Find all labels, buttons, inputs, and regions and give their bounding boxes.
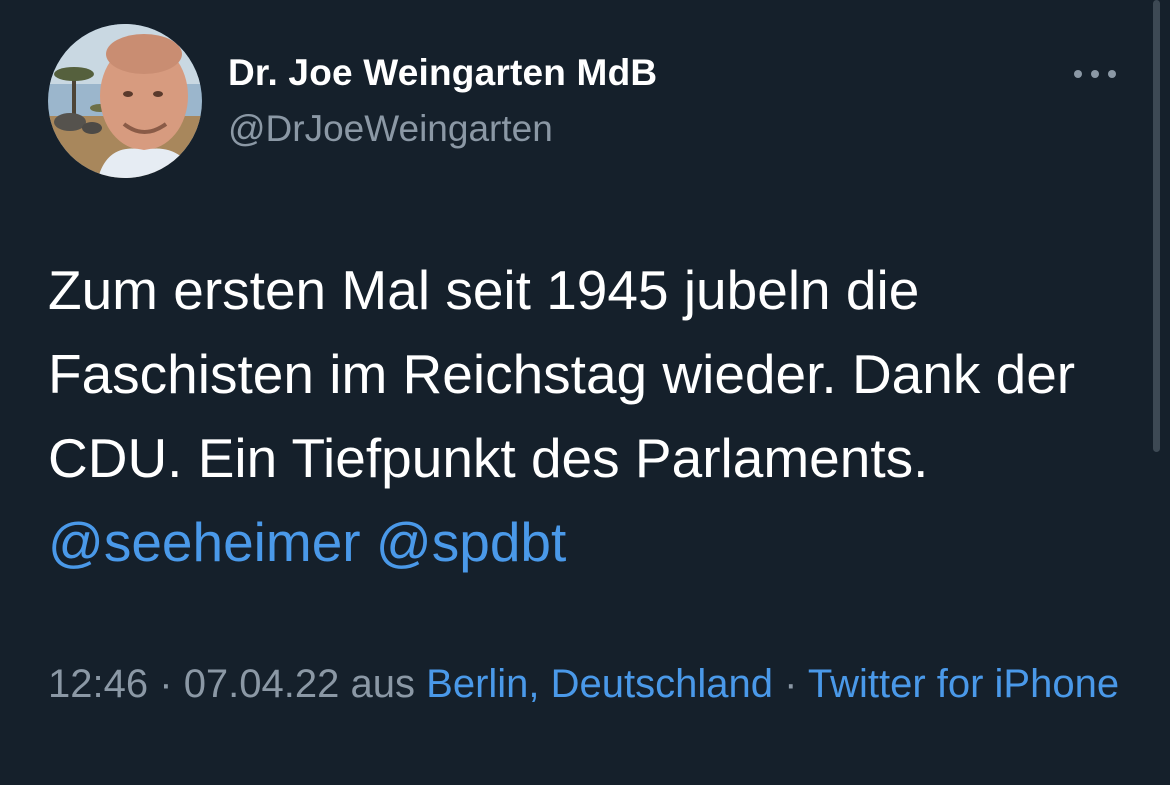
from-label: aus bbox=[350, 662, 416, 706]
avatar[interactable] bbox=[48, 24, 202, 178]
tweet-date[interactable]: 07.04.22 bbox=[184, 662, 340, 706]
tweet-text: Zum ersten Mal seit 1945 jubeln die Fasc… bbox=[48, 248, 1138, 584]
separator: · bbox=[159, 662, 173, 706]
mention-link[interactable]: @spdbt bbox=[376, 511, 566, 573]
tweet-metadata: 12:46 · 07.04.22 aus Berlin, Deutschland… bbox=[48, 654, 1138, 714]
separator: · bbox=[784, 662, 798, 706]
location-link[interactable]: Berlin, Deutschland bbox=[426, 662, 773, 706]
scrollbar[interactable] bbox=[1153, 0, 1160, 452]
display-name[interactable]: Dr. Joe Weingarten MdB bbox=[228, 52, 657, 94]
tweet-card: Dr. Joe Weingarten MdB @DrJoeWeingarten … bbox=[0, 0, 1170, 785]
tweet-time[interactable]: 12:46 bbox=[48, 662, 148, 706]
tweet-body: Zum ersten Mal seit 1945 jubeln die Fasc… bbox=[48, 259, 1076, 489]
user-handle[interactable]: @DrJoeWeingarten bbox=[228, 108, 553, 150]
mention-link[interactable]: @seeheimer bbox=[48, 511, 361, 573]
ellipsis-icon bbox=[1074, 70, 1116, 78]
source-link[interactable]: Twitter for iPhone bbox=[808, 662, 1119, 706]
more-options-button[interactable] bbox=[1072, 64, 1118, 84]
profile-photo-icon bbox=[48, 24, 202, 178]
